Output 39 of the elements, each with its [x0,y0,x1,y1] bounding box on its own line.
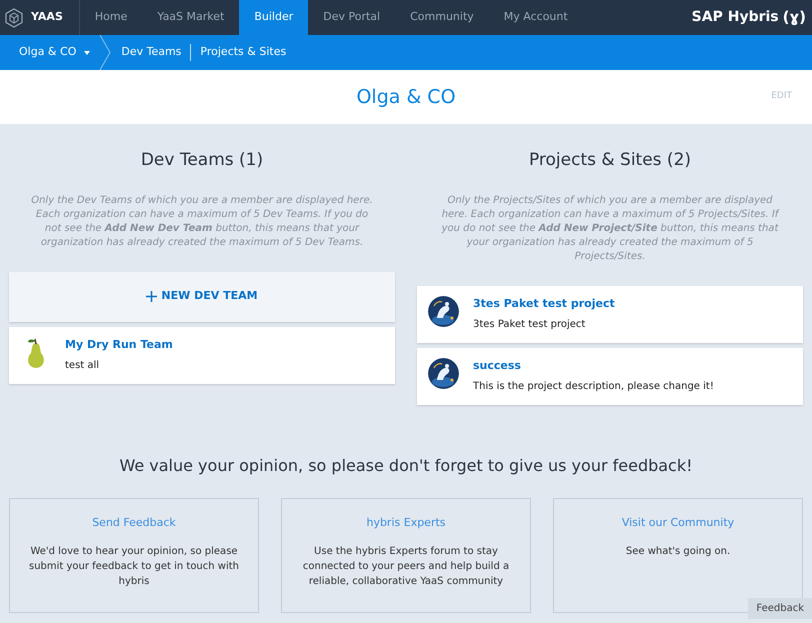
logo-text: SAP Hybris [692,8,779,27]
new-dev-team-button[interactable]: NEW DEV TEAM [9,272,395,322]
section-heading: Dev Teams (1) [140,149,264,172]
feedback-tab[interactable]: Feedback [748,598,812,619]
caret-icon [84,50,90,54]
list-card[interactable]: My Dry Run Team test all [9,326,395,384]
breadcrumb-link[interactable]: Projects & Sites [190,44,296,61]
section-description: Only the Projects/Sites of which you are a member are displayed here. Each organization can have a maximum of 5 Projects/Sites. If you do not see the Add New Project/Site button, this means that your organization has already created the maximum of 5 Projects/Sites. [440,194,780,264]
feedback-card-title[interactable]: Send Feedback [92,515,176,532]
plus-icon [146,291,158,302]
nav-tab[interactable]: Dev Portal [308,0,396,35]
card-title[interactable]: My Dry Run Team [65,336,173,353]
card-title[interactable]: 3tes Paket test project [473,296,615,312]
card-title[interactable]: success [473,358,714,374]
breadcrumb-link[interactable]: Dev Teams [112,44,190,61]
section-heading: Projects & Sites (2) [528,149,692,172]
feedback-card-text: We'd love to hear your opinion, so please submit your feedback to get in touch with hybris [28,544,240,588]
page-title: Olga & CO [356,84,456,110]
nav-tab[interactable]: YaaS Market [142,0,240,35]
feedback-card-text: Use the hybris Experts forum to stay connected to your peers and help build a reliable, collaborative YaaS community [302,544,510,588]
card-description: 3tes Paket test project [473,318,586,332]
feedback-card-title[interactable]: hybris Experts [366,515,446,532]
list-card[interactable]: 3tes Paket test project 3tes Paket test project [417,286,803,342]
nav-tab[interactable]: Community [395,0,489,35]
feedback-heading: We value your opinion, so please don't forget to give us your feedback! [118,455,694,477]
chevron-separator-icon [98,35,112,70]
nav-tab[interactable]: Builder [239,0,308,35]
brand-name: YAAS [31,9,63,26]
feedback-card-title[interactable]: Visit our Community [622,515,734,532]
nav-tab[interactable]: My Account [488,0,583,35]
logo-mark: (ɣ) [782,7,806,28]
card-description: This is the project description, please change it! [473,380,714,394]
org-dropdown[interactable]: Olga & CO [0,35,98,70]
card-description: test all [65,359,100,373]
feedback-card-text: See what's going on. [626,544,730,558]
cube-icon [5,8,23,28]
nav-tab[interactable]: Home [80,0,142,35]
section-description: Only the Dev Teams of which you are a member are displayed here. Each organization can have a maximum of 5 Dev Teams. If you do not see the Add New Dev Team button, this means that your organization has already created the maximum of 5 Dev Teams. [30,194,374,250]
list-card[interactable]: success This is the project description, please change it! [417,348,803,404]
